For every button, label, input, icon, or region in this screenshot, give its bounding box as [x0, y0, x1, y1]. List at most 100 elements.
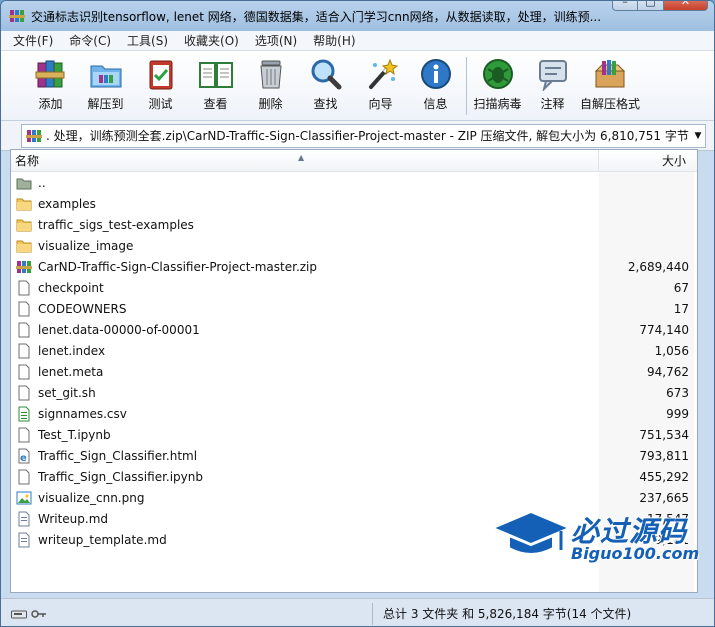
- document-icon: [16, 532, 32, 548]
- test-button[interactable]: 测试: [133, 51, 188, 112]
- virus-scan-icon: [482, 59, 513, 89]
- status-icons: [1, 602, 373, 625]
- image-file-icon: [16, 490, 32, 506]
- watermark: 必过源码 Biguo100.com: [490, 506, 701, 566]
- virus-scan-button[interactable]: 扫描病毒: [470, 51, 525, 112]
- parent-folder-icon: [16, 175, 32, 191]
- drive-icon[interactable]: [11, 608, 27, 620]
- menu-file[interactable]: 文件(F): [5, 32, 61, 49]
- file-icon: [16, 280, 32, 296]
- winrar-window: 交通标志识别tensorflow, lenet 网络，德国数据集，适合入门学习c…: [0, 0, 715, 627]
- file-name: lenet.index: [38, 343, 106, 358]
- file-name: CODEOWNERS: [38, 301, 127, 316]
- file-size: 751,534: [639, 427, 689, 442]
- close-button[interactable]: ✕: [664, 1, 708, 11]
- file-icon: [16, 343, 32, 359]
- file-name: Test_T.ipynb: [38, 427, 111, 442]
- file-name: signnames.csv: [38, 406, 127, 421]
- wizard-button[interactable]: 向导: [353, 51, 408, 112]
- add-label: 添加: [38, 97, 63, 111]
- info-label: 信息: [423, 97, 448, 111]
- extract-to-label: 解压到: [87, 97, 124, 111]
- file-row[interactable]: e Traffic_Sign_Classifier.html 793,811: [11, 445, 697, 466]
- archive-path: . 处理，训练预测全套.zip\CarND-Traffic-Sign-Class…: [46, 129, 689, 143]
- file-row[interactable]: lenet.index 1,056: [11, 340, 697, 361]
- file-name: visualize_cnn.png: [38, 490, 145, 505]
- file-icon: [16, 364, 32, 380]
- file-row[interactable]: ..: [11, 172, 697, 193]
- folder-icon: [16, 217, 32, 233]
- key-icon[interactable]: [31, 608, 47, 620]
- menu-options[interactable]: 选项(N): [247, 32, 305, 49]
- file-icon: [16, 427, 32, 443]
- folder-extract-icon: [90, 65, 121, 88]
- menu-tools[interactable]: 工具(S): [119, 32, 176, 49]
- html-file-icon: e: [16, 448, 32, 464]
- sfx-button[interactable]: 自解压格式: [580, 51, 640, 112]
- minimize-button[interactable]: –: [612, 1, 638, 11]
- file-size: 237,665: [639, 490, 689, 505]
- maximize-button[interactable]: □: [638, 1, 664, 11]
- add-button[interactable]: 添加: [23, 51, 78, 112]
- view-button[interactable]: 查看: [188, 51, 243, 112]
- file-name: traffic_sigs_test-examples: [38, 217, 194, 232]
- column-name-label: 名称: [15, 154, 40, 168]
- file-row[interactable]: set_git.sh 673: [11, 382, 697, 403]
- column-size-label: 大小: [661, 154, 686, 168]
- test-label: 测试: [148, 97, 173, 111]
- comment-button[interactable]: 注释: [525, 51, 580, 112]
- file-row[interactable]: checkpoint 67: [11, 277, 697, 298]
- info-button[interactable]: 信息: [408, 51, 463, 112]
- delete-button[interactable]: 删除: [243, 51, 298, 112]
- comment-label: 注释: [540, 97, 565, 111]
- clipboard-test-icon: [149, 60, 172, 90]
- find-button[interactable]: 查找: [298, 51, 353, 112]
- svg-text:e: e: [20, 453, 27, 464]
- folder-icon: [16, 196, 32, 212]
- file-name: ..: [38, 175, 46, 190]
- virus-scan-label: 扫描病毒: [473, 97, 522, 111]
- column-header-size[interactable]: 大小: [599, 150, 694, 171]
- csv-file-icon: [16, 406, 32, 422]
- file-name: lenet.data-00000-of-00001: [38, 322, 200, 337]
- file-icon: [16, 385, 32, 401]
- document-icon: [16, 511, 32, 527]
- file-row[interactable]: lenet.meta 94,762: [11, 361, 697, 382]
- file-name: CarND-Traffic-Sign-Classifier-Project-ma…: [38, 259, 318, 274]
- file-row[interactable]: CODEOWNERS 17: [11, 298, 697, 319]
- file-row[interactable]: traffic_sigs_test-examples: [11, 214, 697, 235]
- menu-bar: 文件(F) 命令(C) 工具(S) 收藏夹(O) 选项(N) 帮助(H): [1, 31, 714, 51]
- menu-command[interactable]: 命令(C): [61, 32, 119, 49]
- file-name: Traffic_Sign_Classifier.ipynb: [38, 469, 203, 484]
- file-row[interactable]: CarND-Traffic-Sign-Classifier-Project-ma…: [11, 256, 697, 277]
- status-summary: 总计 3 文件夹 和 5,826,184 字节(14 个文件): [383, 607, 632, 621]
- file-row[interactable]: visualize_cnn.png 237,665: [11, 487, 697, 508]
- folder-icon: [16, 238, 32, 254]
- file-size: 1,056: [654, 343, 689, 358]
- file-size: 94,762: [647, 364, 689, 379]
- file-row[interactable]: Traffic_Sign_Classifier.ipynb 455,292: [11, 466, 697, 487]
- address-bar: . 处理，训练预测全套.zip\CarND-Traffic-Sign-Class…: [1, 121, 714, 151]
- menu-help[interactable]: 帮助(H): [305, 32, 363, 49]
- file-row[interactable]: examples: [11, 193, 697, 214]
- sfx-box-icon: [594, 60, 626, 88]
- graduation-cap-icon: [490, 510, 572, 555]
- archive-path-field[interactable]: . 处理，训练预测全套.zip\CarND-Traffic-Sign-Class…: [21, 123, 706, 148]
- window-controls: – □ ✕: [612, 1, 708, 11]
- extract-to-button[interactable]: 解压到: [78, 51, 133, 112]
- file-icon: [16, 322, 32, 338]
- file-size: 17: [673, 301, 689, 316]
- magic-wand-icon: [368, 58, 398, 89]
- file-row[interactable]: lenet.data-00000-of-00001 774,140: [11, 319, 697, 340]
- file-row[interactable]: visualize_image: [11, 235, 697, 256]
- file-row[interactable]: signnames.csv 999: [11, 403, 697, 424]
- title-bar: 交通标志识别tensorflow, lenet 网络，德国数据集，适合入门学习c…: [1, 1, 714, 31]
- file-name: lenet.meta: [38, 364, 104, 379]
- menu-favorites[interactable]: 收藏夹(O): [176, 32, 247, 49]
- file-size: 2,689,440: [627, 259, 689, 274]
- magnifier-icon: [311, 59, 341, 90]
- chevron-down-icon[interactable]: ▼: [691, 131, 705, 141]
- file-row[interactable]: Test_T.ipynb 751,534: [11, 424, 697, 445]
- window-title: 交通标志识别tensorflow, lenet 网络，德国数据集，适合入门学习c…: [31, 9, 602, 24]
- column-header-name[interactable]: 名称 ▲: [11, 150, 599, 171]
